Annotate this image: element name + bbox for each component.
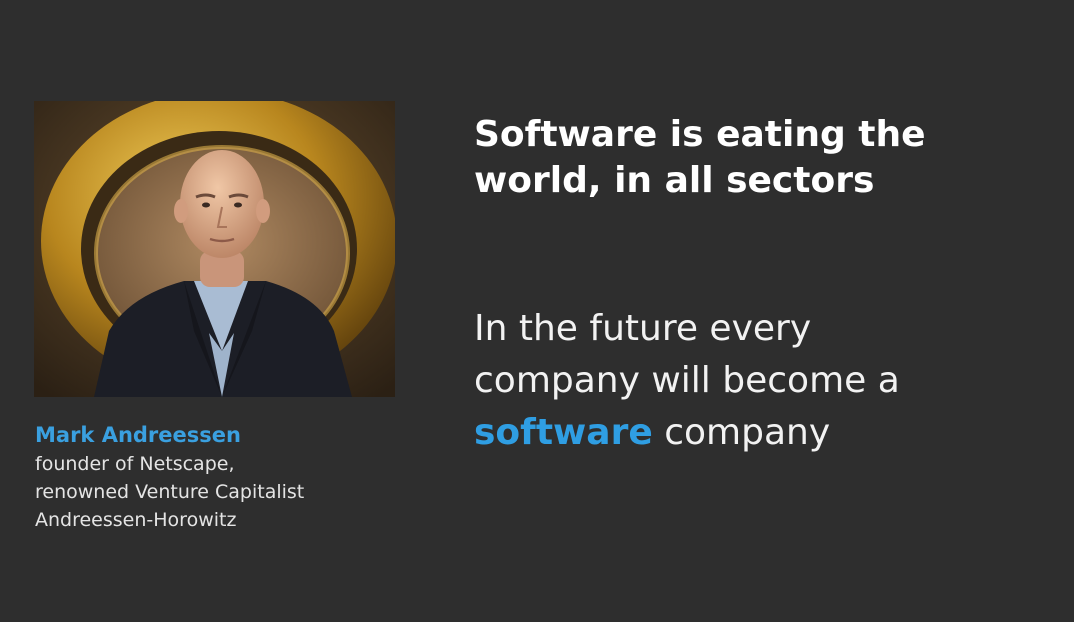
highlight-word: software — [474, 412, 653, 453]
headline: Software is eating the world, in all sec… — [474, 112, 1054, 204]
quote-line: software company — [474, 407, 1054, 459]
person-name: Mark Andreessen — [35, 423, 241, 447]
portrait-photo — [34, 101, 395, 397]
quote-line: company will become a — [474, 360, 900, 401]
quote-line-rest: company — [652, 412, 831, 453]
caption-line: Andreessen-Horowitz — [35, 509, 237, 531]
portrait-caption: Mark Andreessen founder of Netscape, ren… — [35, 420, 415, 534]
caption-line: renowned Venture Capitalist — [35, 481, 305, 503]
quote-text: In the future every company will become … — [474, 303, 1054, 459]
quote-line: In the future every — [474, 308, 812, 349]
caption-line: founder of Netscape, — [35, 453, 235, 475]
slide: Mark Andreessen founder of Netscape, ren… — [0, 0, 1074, 622]
headline-line: world, in all sectors — [474, 160, 875, 201]
headline-line: Software is eating the — [474, 114, 926, 155]
